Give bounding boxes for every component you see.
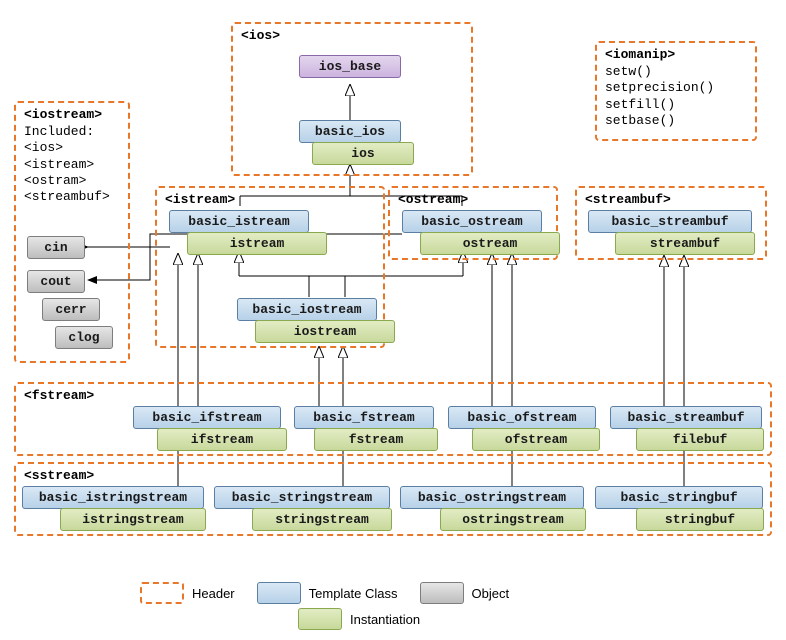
- legend: Header Template Class Object: [140, 582, 509, 604]
- class-basic-ofstream: basic_ofstream: [448, 406, 596, 429]
- header-streambuf-title: <streambuf>: [585, 192, 757, 207]
- legend-inst-swatch: [298, 608, 342, 630]
- legend-inst-label: Instantiation: [350, 612, 420, 627]
- inst-ostringstream: ostringstream: [440, 508, 586, 531]
- header-iostream-title: <iostream>: [24, 107, 120, 122]
- inst-filebuf: filebuf: [636, 428, 764, 451]
- header-istream-title: <istream>: [165, 192, 375, 207]
- inst-stringstream: stringstream: [252, 508, 392, 531]
- inst-fstream: fstream: [314, 428, 438, 451]
- inst-istringstream: istringstream: [60, 508, 206, 531]
- class-basic-istringstream: basic_istringstream: [22, 486, 204, 509]
- class-basic-ostringstream: basic_ostringstream: [400, 486, 584, 509]
- iostream-line-2: <istream>: [24, 157, 120, 173]
- inst-stringbuf: stringbuf: [636, 508, 764, 531]
- class-basic-stringbuf: basic_stringbuf: [595, 486, 763, 509]
- obj-cerr: cerr: [42, 298, 100, 321]
- legend-tclass-swatch: [257, 582, 301, 604]
- header-iomanip-title: <iomanip>: [605, 47, 747, 62]
- inst-istream: istream: [187, 232, 327, 255]
- legend-obj-label: Object: [472, 586, 510, 601]
- obj-clog: clog: [55, 326, 113, 349]
- obj-cin: cin: [27, 236, 85, 259]
- class-ios-base: ios_base: [299, 55, 401, 78]
- legend-obj: Object: [420, 582, 510, 604]
- header-sstream-title: <sstream>: [24, 468, 762, 483]
- iostream-line-0: Included:: [24, 124, 120, 140]
- obj-cout: cout: [27, 270, 85, 293]
- inst-ofstream: ofstream: [472, 428, 600, 451]
- iomanip-line-1: setprecision(): [605, 80, 747, 96]
- legend-header: Header: [140, 582, 235, 604]
- class-basic-stringstream: basic_stringstream: [214, 486, 390, 509]
- header-ostream-title: <ostream>: [398, 192, 548, 207]
- iomanip-line-2: setfill(): [605, 97, 747, 113]
- legend-header-swatch: [140, 582, 184, 604]
- header-iostream: <iostream> Included: <ios> <istream> <os…: [14, 101, 130, 363]
- header-iomanip: <iomanip> setw() setprecision() setfill(…: [595, 41, 757, 141]
- class-basic-streambuf: basic_streambuf: [588, 210, 752, 233]
- class-basic-ifstream: basic_ifstream: [133, 406, 281, 429]
- header-ios-title: <ios>: [241, 28, 463, 43]
- legend-header-label: Header: [192, 586, 235, 601]
- class-basic-fstream: basic_fstream: [294, 406, 434, 429]
- legend-tclass-label: Template Class: [309, 586, 398, 601]
- iostream-line-3: <ostram>: [24, 173, 120, 189]
- inst-iostream: iostream: [255, 320, 395, 343]
- class-basic-ios: basic_ios: [299, 120, 401, 143]
- class-basic-ostream: basic_ostream: [402, 210, 542, 233]
- legend-obj-swatch: [420, 582, 464, 604]
- inst-streambuf: streambuf: [615, 232, 755, 255]
- inst-ostream: ostream: [420, 232, 560, 255]
- class-basic-istream: basic_istream: [169, 210, 309, 233]
- legend-tclass: Template Class: [257, 582, 398, 604]
- inst-ios: ios: [312, 142, 414, 165]
- iostream-line-4: <streambuf>: [24, 189, 120, 205]
- class-basic-iostream: basic_iostream: [237, 298, 377, 321]
- inst-ifstream: ifstream: [157, 428, 287, 451]
- class-basic-filebuf-streambuf: basic_streambuf: [610, 406, 762, 429]
- iostream-line-1: <ios>: [24, 140, 120, 156]
- legend-row2: Instantiation: [298, 608, 420, 630]
- iomanip-line-0: setw(): [605, 64, 747, 80]
- legend-inst: Instantiation: [298, 608, 420, 630]
- iomanip-line-3: setbase(): [605, 113, 747, 129]
- header-fstream-title: <fstream>: [24, 388, 762, 403]
